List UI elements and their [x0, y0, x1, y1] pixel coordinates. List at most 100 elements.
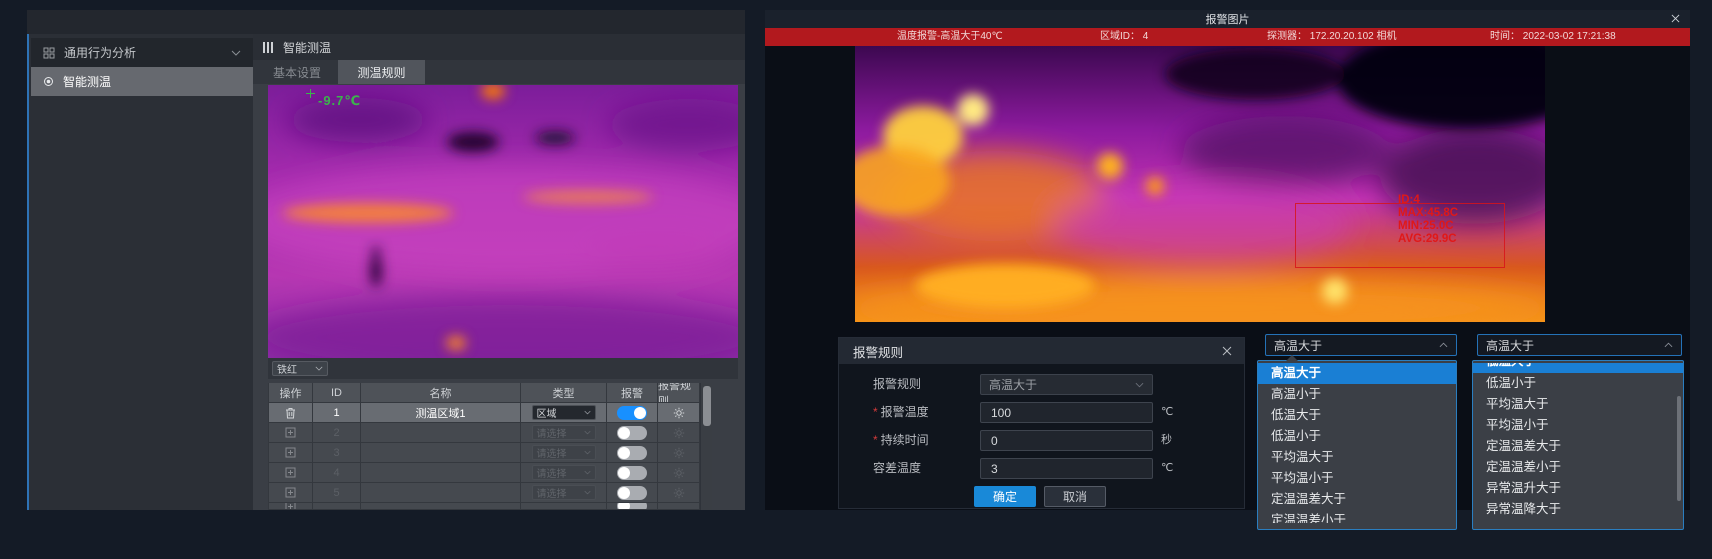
cancel-button[interactable]: 取消 [1044, 486, 1106, 507]
dropdown-option[interactable]: 低温小于 [1473, 373, 1683, 394]
type-select[interactable]: 区域 [532, 405, 596, 420]
delete-region-button[interactable] [268, 403, 313, 422]
dropdown-option[interactable]: 异常温升大于 [1473, 478, 1683, 499]
dropdown-option[interactable]: 定温温差大于 [1258, 489, 1456, 510]
dropdown-option[interactable]: 定温温差大于 [1473, 436, 1683, 457]
alarm-temp-unit: ℃ [1161, 402, 1173, 423]
sidebar-item-label: 智能测温 [63, 73, 111, 90]
alarm-rule-settings-button[interactable] [658, 443, 700, 462]
dropdown-option[interactable]: 定温温差小于 [1473, 457, 1683, 478]
ok-button[interactable]: 确定 [974, 486, 1036, 507]
dropdown-scrollbar-thumb[interactable] [1677, 396, 1681, 501]
sidebar: 通用行为分析 智能测温 [27, 34, 253, 510]
dialog-close-button[interactable] [1222, 346, 1232, 356]
thermal-preview-render [268, 85, 738, 358]
alarm-window-title: 报警图片 [1206, 11, 1250, 27]
chevron-down-icon [584, 490, 591, 495]
dropdown-option[interactable]: 高温小于 [1258, 384, 1456, 405]
tab-temp-rules[interactable]: 测温规则 [338, 60, 425, 84]
type-select[interactable]: 请选择 [532, 425, 596, 440]
alarm-toggle[interactable] [617, 466, 647, 480]
rule-type-dropdown-1: 高温大于 高温小于 低温大于 低温小于 平均温大于 平均温小于 定温温差大于 定… [1257, 360, 1457, 530]
alarm-time-text: 时间： 2022-03-02 17:21:38 [1490, 28, 1616, 46]
chevron-up-icon [1439, 342, 1448, 348]
type-select[interactable]: 请选择 [532, 485, 596, 500]
dropdown-option[interactable]: 平均温小于 [1258, 468, 1456, 489]
row-name: 测温区域1 [361, 403, 521, 422]
alarm-toggle[interactable] [617, 406, 647, 420]
thermal-preview-image[interactable]: -9.7℃ [268, 85, 738, 358]
alarm-rule-settings-button[interactable] [658, 463, 700, 482]
row-id: 4 [313, 463, 361, 482]
alarm-rule-settings-button[interactable] [658, 423, 700, 442]
alarm-region-text: 区域ID： 4 [1100, 28, 1148, 46]
gear-icon [673, 447, 685, 459]
dropdown-option[interactable]: 高温大于 [1258, 363, 1456, 384]
table-row: 5 请选择 [268, 483, 700, 503]
table-row: 2 请选择 [268, 423, 700, 443]
dropdown-option[interactable]: 平均温小于 [1473, 415, 1683, 436]
row-id: 3 [313, 443, 361, 462]
rule-field-label: 报警规则 [873, 374, 977, 395]
dropdown-option[interactable]: 异常温降大于 [1473, 499, 1683, 520]
close-button[interactable] [1671, 14, 1680, 23]
toggle-knob [618, 487, 630, 499]
close-icon [1222, 346, 1232, 356]
rule-select[interactable]: 高温大于 [980, 374, 1153, 395]
add-region-button[interactable] [268, 463, 313, 482]
add-region-button[interactable] [268, 483, 313, 502]
rule-type-select-1-value: 高温大于 [1274, 337, 1322, 354]
table-scrollbar[interactable] [700, 383, 712, 510]
alarm-rule-settings-button[interactable] [658, 483, 700, 502]
alarm-temp-label: 报警温度 [873, 402, 977, 423]
region-min-text: MIN:25.0C [1398, 220, 1458, 233]
plus-square-icon [285, 467, 296, 478]
rule-type-select-2[interactable]: 高温大于 [1477, 334, 1682, 356]
chevron-down-icon [584, 450, 591, 455]
type-select[interactable]: 请选择 [532, 445, 596, 460]
type-value: 区域 [537, 405, 557, 420]
chevron-down-icon [584, 410, 591, 415]
toggle-knob [634, 407, 646, 419]
gear-icon [673, 467, 685, 479]
palette-select[interactable]: 铁红 [272, 361, 328, 376]
grid-icon [43, 47, 55, 59]
type-placeholder: 请选择 [537, 465, 567, 480]
dropdown-option[interactable]: 平均温大于 [1258, 447, 1456, 468]
rule-type-select-1[interactable]: 高温大于 [1265, 334, 1457, 356]
dropdown-option[interactable]: 低温小于 [1258, 426, 1456, 447]
duration-label: 持续时间 [873, 430, 977, 451]
sidebar-item-smart-temp[interactable]: 智能测温 [31, 67, 253, 96]
dropdown-option[interactable]: 平均温大于 [1473, 394, 1683, 415]
col-header-type: 类型 [521, 383, 607, 402]
dropdown-option[interactable]: 定温温差小于 [1258, 510, 1456, 523]
alarm-toggle[interactable] [617, 426, 647, 440]
rule-type-select-2-value: 高温大于 [1486, 337, 1534, 354]
sidebar-group-label: 通用行为分析 [64, 44, 136, 61]
duration-input[interactable] [980, 430, 1153, 451]
spot-temp-label: -9.7℃ [318, 93, 361, 109]
alarm-toggle[interactable] [617, 446, 647, 460]
sidebar-item-behavior-analysis[interactable]: 通用行为分析 [31, 38, 253, 67]
type-select[interactable]: 请选择 [532, 465, 596, 480]
alarm-detector-text: 探测器： 172.20.20.102 相机 [1267, 28, 1397, 46]
add-region-button[interactable] [268, 443, 313, 462]
row-id: 2 [313, 423, 361, 442]
col-header-rule: 报警规则 [658, 383, 700, 402]
chevron-down-icon [231, 50, 241, 56]
alarm-temp-input[interactable] [980, 402, 1153, 423]
tolerance-input[interactable] [980, 458, 1153, 479]
dropdown-option[interactable]: 低温大于 [1258, 405, 1456, 426]
tab-basic-settings[interactable]: 基本设置 [258, 60, 336, 84]
alarm-rule-settings-button[interactable] [658, 403, 700, 422]
dropdown-option[interactable]: 低温大于 [1473, 363, 1683, 373]
alarm-toggle[interactable] [617, 486, 647, 500]
plus-square-icon [285, 487, 296, 498]
app-top-bar [27, 10, 745, 34]
table-scrollbar-thumb[interactable] [703, 386, 711, 426]
regions-table: 操作 ID 名称 类型 报警 报警规则 1 测温区域1 区域 [268, 383, 712, 510]
plus-square-icon [285, 503, 296, 509]
row-name [361, 463, 521, 482]
add-region-button[interactable] [268, 423, 313, 442]
type-placeholder: 请选择 [537, 425, 567, 440]
